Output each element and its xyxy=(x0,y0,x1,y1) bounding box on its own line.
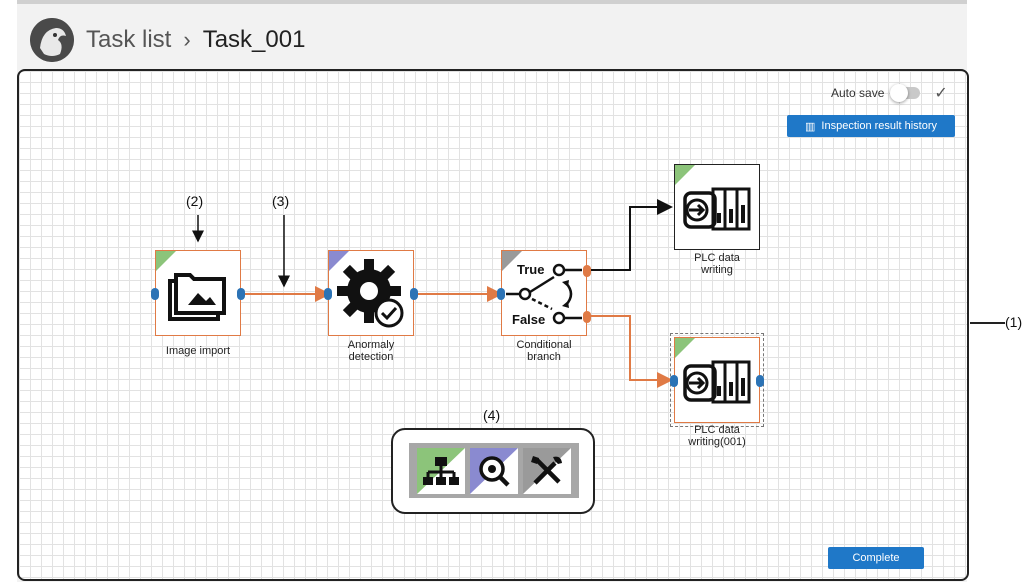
plc-icon xyxy=(683,187,751,231)
flow-canvas[interactable]: Auto save ✓ ▥ Inspection result history xyxy=(17,69,969,581)
image-import-icon xyxy=(168,273,226,321)
annotation-2: (2) xyxy=(186,193,204,209)
gear-check-icon xyxy=(337,259,404,328)
node-image-import[interactable] xyxy=(151,250,245,336)
connector-true-to-plc xyxy=(587,199,673,271)
inspection-icon xyxy=(479,455,510,487)
annotation-3: (3) xyxy=(272,193,290,209)
header: Task list › Task_001 xyxy=(30,14,305,66)
node-plc-data-writing-001[interactable] xyxy=(670,337,764,423)
complete-button[interactable]: Complete xyxy=(828,547,924,569)
annotation-1: (1) xyxy=(1005,314,1023,330)
flow-tree-icon xyxy=(423,456,460,485)
app-logo-icon xyxy=(30,18,74,62)
annotation-line-1 xyxy=(970,322,1005,324)
palette-flow-button[interactable] xyxy=(417,447,466,494)
tool-palette-bar xyxy=(409,443,579,498)
plc-icon xyxy=(683,360,751,404)
branch-icon xyxy=(506,263,582,325)
node-label: PLC data writing(001) xyxy=(688,424,746,448)
breadcrumb-task-list[interactable]: Task list xyxy=(86,26,171,54)
tools-icon xyxy=(530,455,562,485)
annotation-4: (4) xyxy=(483,407,501,423)
palette-inspection-button[interactable] xyxy=(469,447,518,494)
node-anomaly-detection[interactable] xyxy=(324,250,418,336)
node-label: PLC data writing xyxy=(694,252,740,276)
tool-palette xyxy=(391,428,595,514)
node-plc-data-writing[interactable] xyxy=(674,164,760,250)
palette-tools-button[interactable] xyxy=(522,447,571,494)
node-label: Conditional branch xyxy=(516,339,572,363)
node-conditional-branch[interactable]: True False xyxy=(497,250,591,336)
breadcrumb-separator: › xyxy=(183,27,191,52)
node-label: Anormaly detection xyxy=(347,339,395,363)
connector-false-to-plc001 xyxy=(587,315,673,388)
node-label: Image import xyxy=(165,345,231,357)
page-title: Task_001 xyxy=(202,26,306,53)
